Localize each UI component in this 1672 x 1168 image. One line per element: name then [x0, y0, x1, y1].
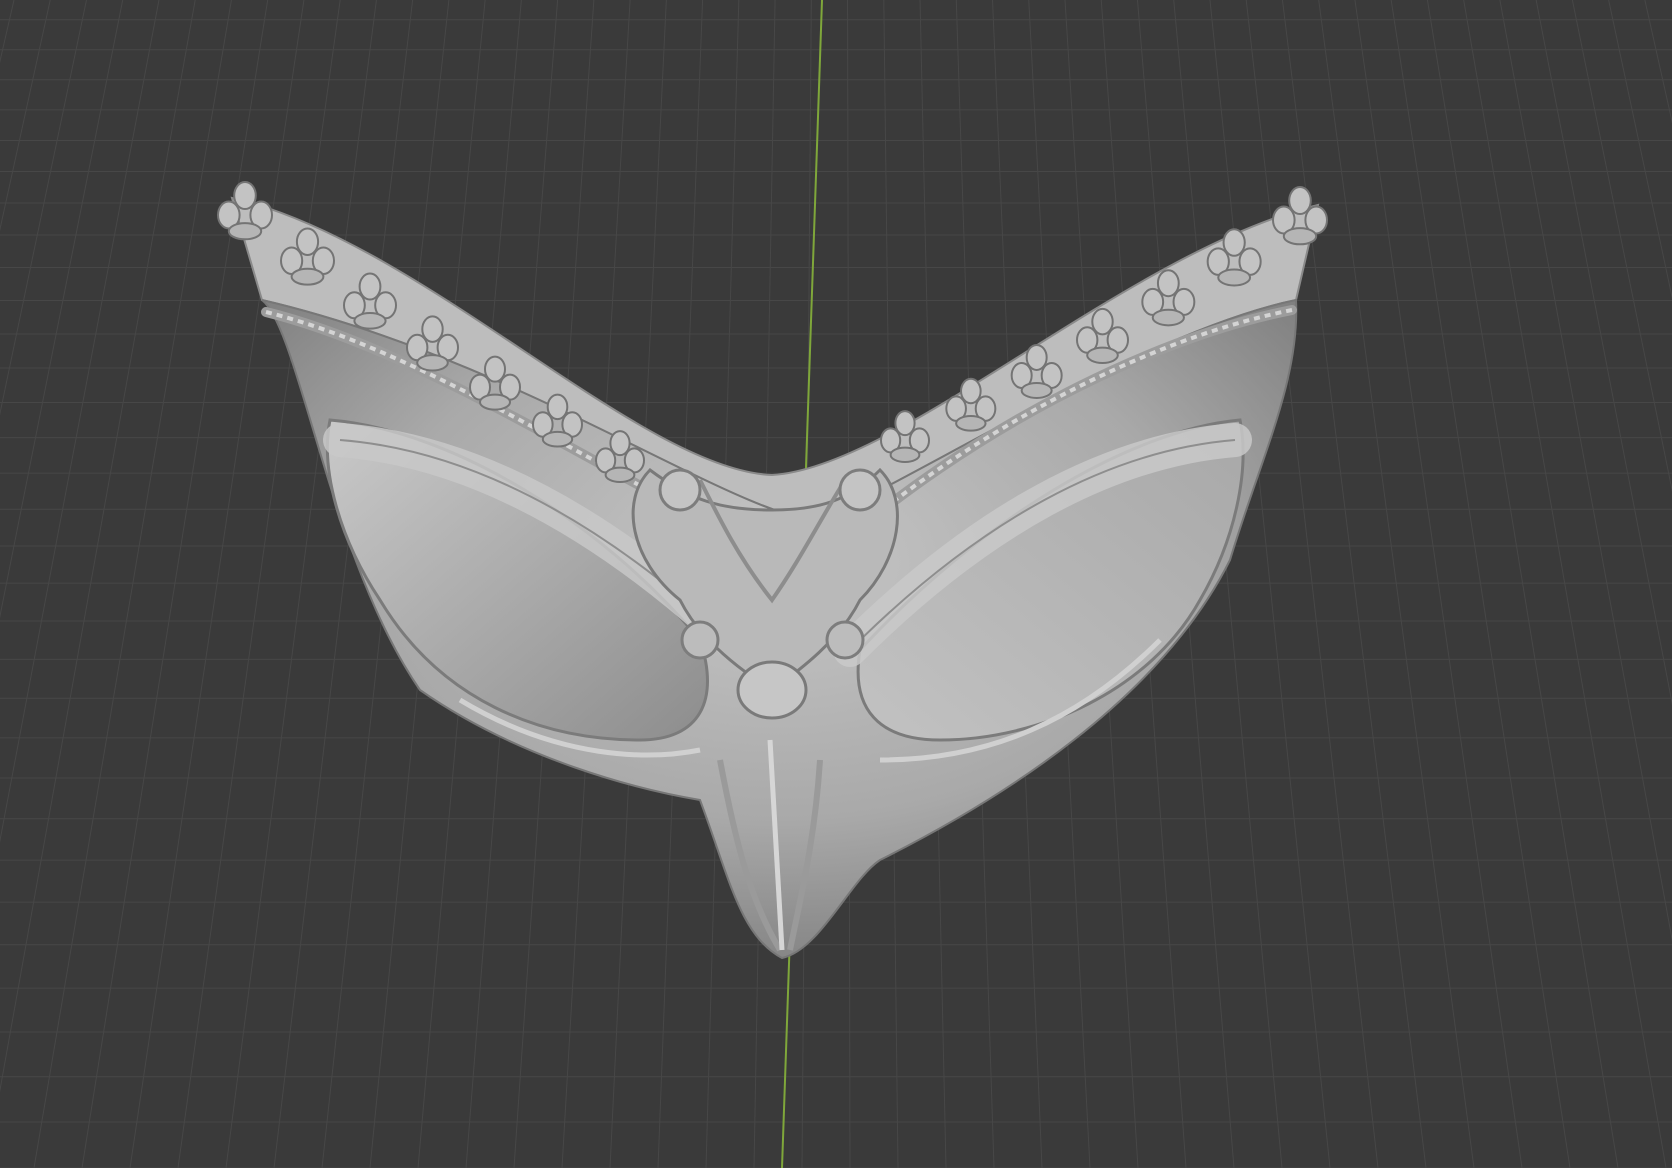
- 3d-viewport[interactable]: [0, 0, 1672, 1168]
- sculpted-bustier-mesh[interactable]: [217, 181, 1328, 960]
- viewport-canvas[interactable]: [0, 0, 1672, 1168]
